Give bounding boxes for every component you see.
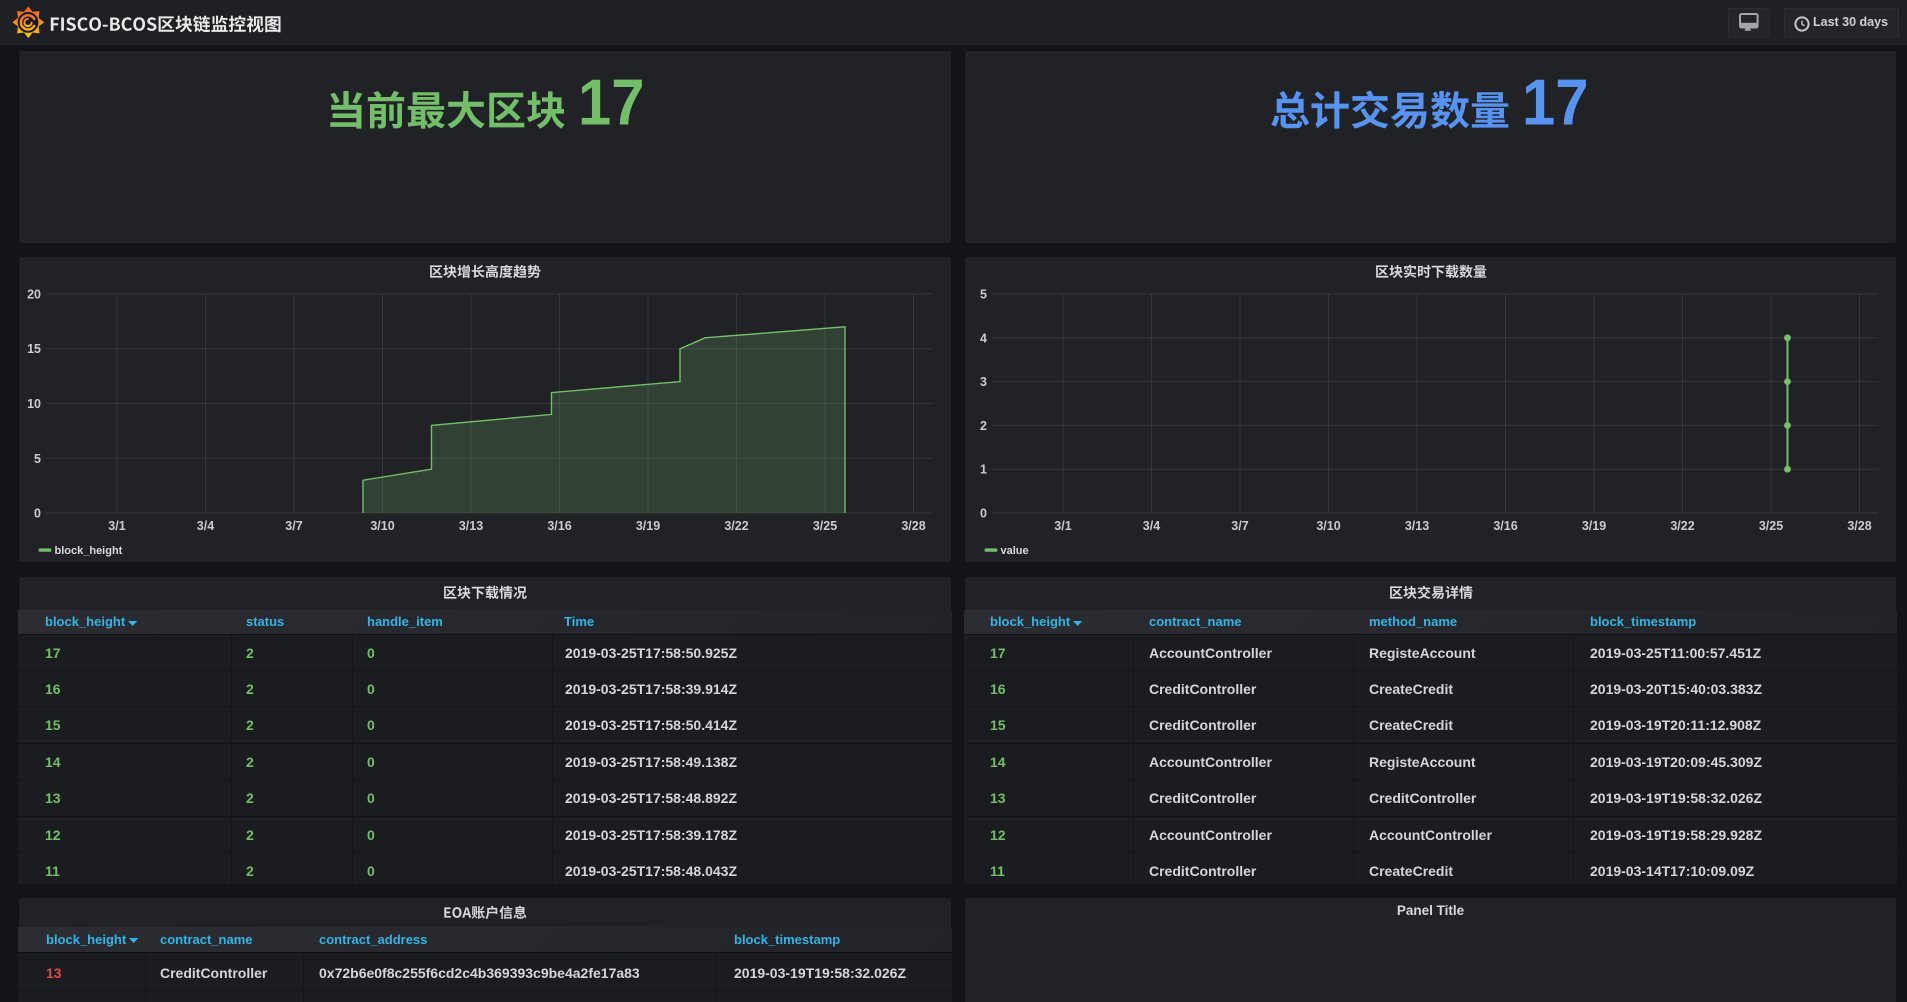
svg-text:20: 20 xyxy=(27,288,41,302)
svg-text:3/28: 3/28 xyxy=(901,519,925,533)
svg-text:3: 3 xyxy=(980,375,987,389)
svg-text:3/10: 3/10 xyxy=(1316,519,1340,533)
svg-text:3/19: 3/19 xyxy=(1582,519,1606,533)
svg-text:3/16: 3/16 xyxy=(1493,519,1517,533)
svg-text:3/1: 3/1 xyxy=(108,519,125,533)
svg-text:3/28: 3/28 xyxy=(1847,519,1871,533)
svg-text:3/7: 3/7 xyxy=(285,519,302,533)
svg-text:4: 4 xyxy=(980,331,987,345)
svg-text:15: 15 xyxy=(27,342,41,356)
svg-text:3/16: 3/16 xyxy=(547,519,571,533)
svg-text:3/13: 3/13 xyxy=(1405,519,1429,533)
svg-text:3/19: 3/19 xyxy=(636,519,660,533)
svg-text:3/7: 3/7 xyxy=(1231,519,1248,533)
svg-text:3/25: 3/25 xyxy=(813,519,837,533)
svg-text:3/10: 3/10 xyxy=(370,519,394,533)
svg-text:3/22: 3/22 xyxy=(1670,519,1694,533)
svg-text:0: 0 xyxy=(34,507,41,521)
svg-text:5: 5 xyxy=(34,452,41,466)
svg-text:5: 5 xyxy=(980,288,987,302)
svg-text:3/4: 3/4 xyxy=(1143,519,1160,533)
svg-text:3/1: 3/1 xyxy=(1054,519,1071,533)
svg-text:3/13: 3/13 xyxy=(459,519,483,533)
svg-text:value: value xyxy=(1001,545,1029,557)
svg-text:0: 0 xyxy=(980,507,987,521)
svg-text:10: 10 xyxy=(27,397,41,411)
svg-text:block_height: block_height xyxy=(55,545,123,557)
svg-text:3/4: 3/4 xyxy=(197,519,214,533)
svg-text:1: 1 xyxy=(980,463,987,477)
svg-text:2: 2 xyxy=(980,419,987,433)
svg-text:3/25: 3/25 xyxy=(1759,519,1783,533)
svg-text:3/22: 3/22 xyxy=(724,519,748,533)
